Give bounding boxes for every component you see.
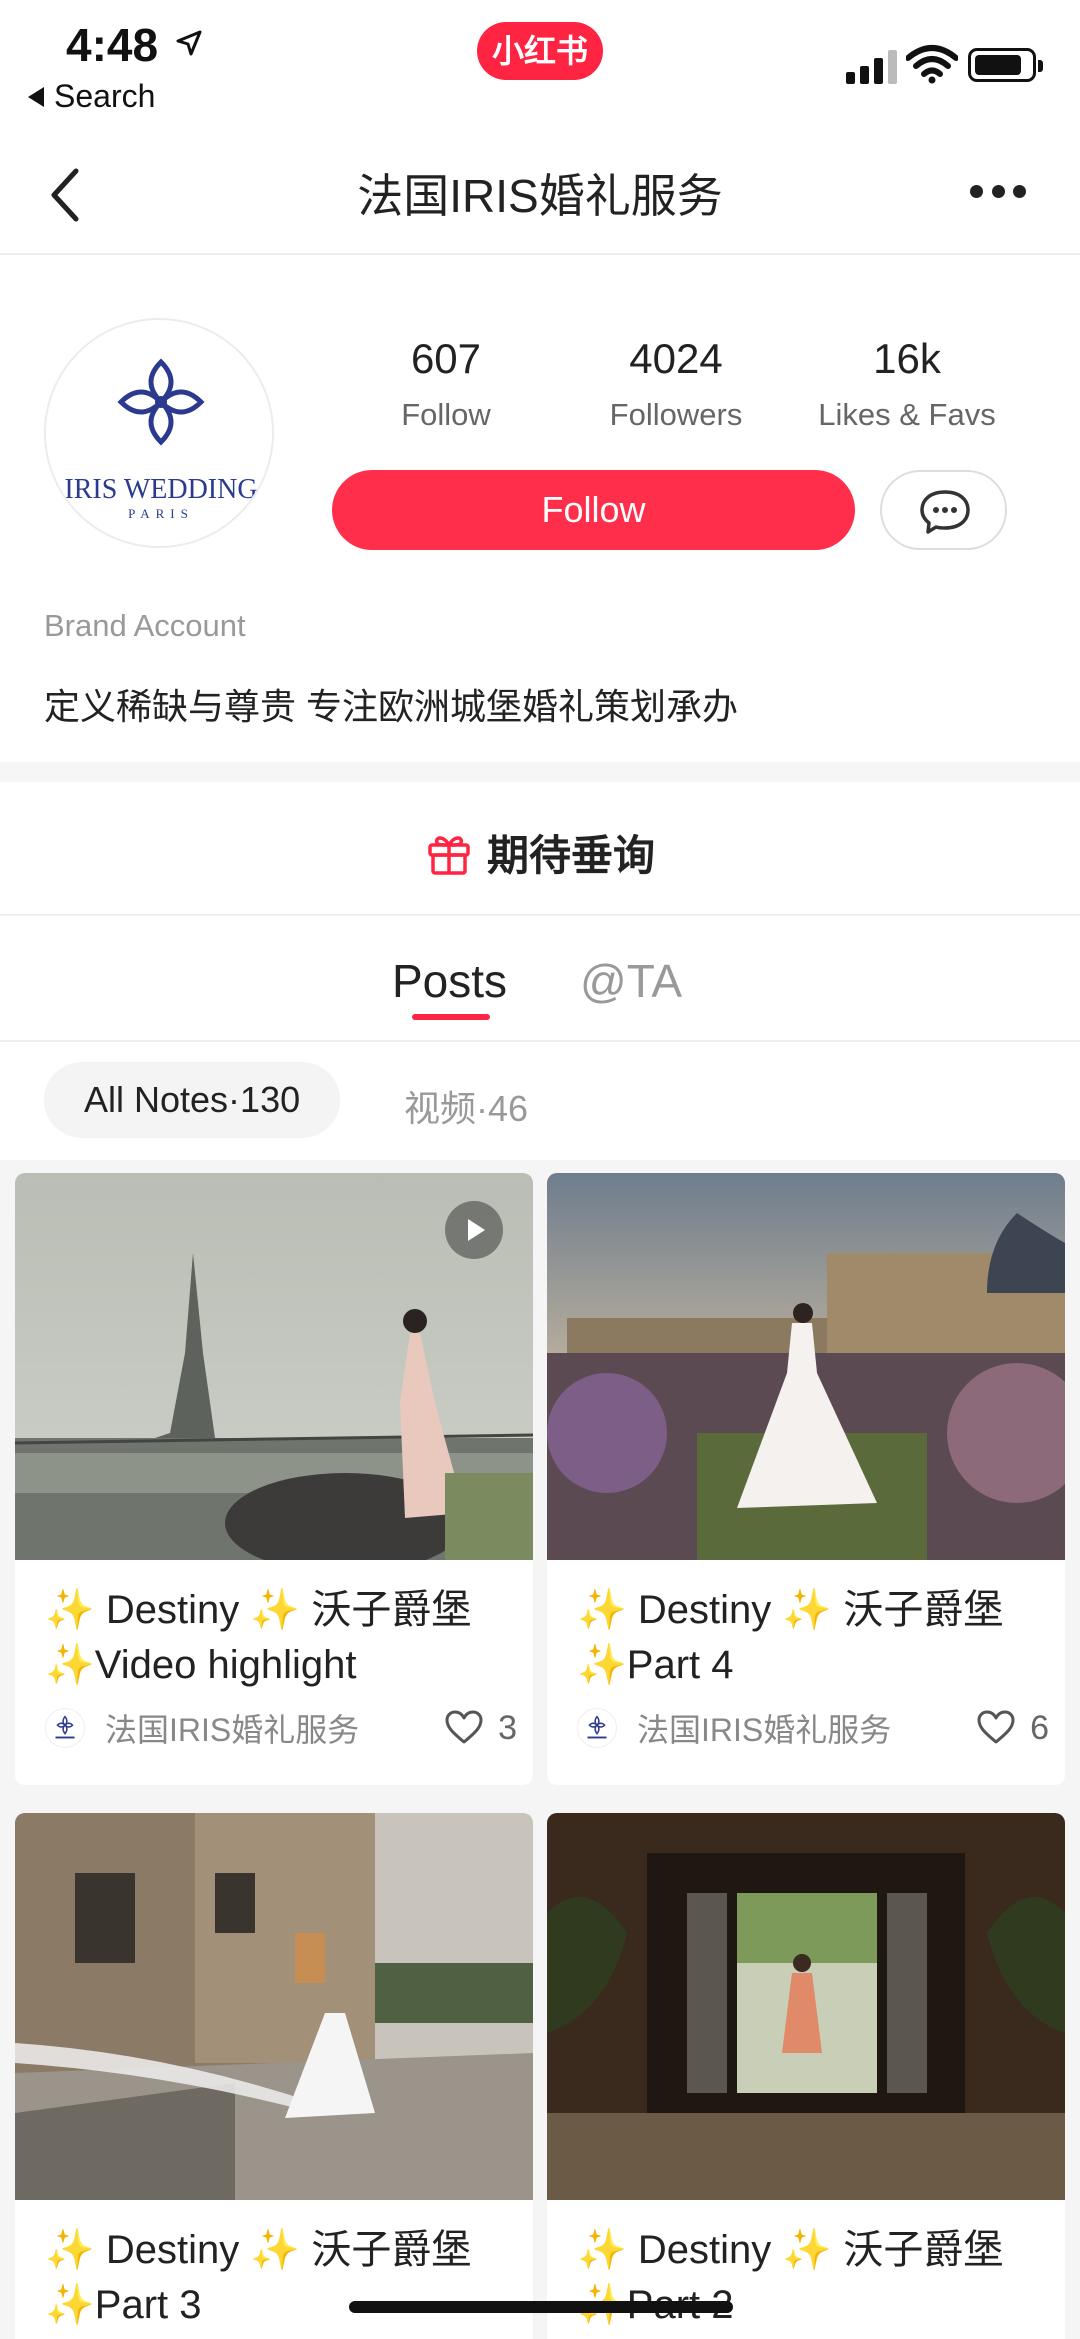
stat-follow[interactable]: 607 Follow	[336, 335, 556, 433]
note-filters: All Notes·130 视频·46	[0, 1042, 1080, 1160]
heart-icon[interactable]	[444, 1708, 484, 1748]
like-count: 6	[1030, 1708, 1049, 1747]
page-title: 法国IRIS婚礼服务	[357, 170, 723, 222]
cellular-signal-icon	[846, 48, 898, 84]
profile-bio: 定义稀缺与尊贵 专注欧洲城堡婚礼策划承办	[44, 686, 739, 727]
clock: 4:48	[66, 19, 159, 71]
note-title: ✨ Destiny ✨ 沃子爵堡 ✨Video highlight	[45, 1588, 472, 1687]
stat-value: 4024	[629, 335, 723, 382]
location-arrow-icon	[176, 30, 202, 56]
heart-icon[interactable]	[976, 1708, 1016, 1748]
more-options-icon[interactable]	[970, 185, 1026, 201]
gift-icon	[428, 835, 470, 875]
tab-posts[interactable]: Posts	[392, 954, 507, 1008]
inquiry-banner[interactable]: 期待垂询	[0, 782, 1080, 916]
brand-account-label: Brand Account	[44, 608, 246, 643]
note-cover-image	[15, 1173, 533, 1560]
note-author[interactable]: 法国IRIS婚礼服务	[637, 1705, 976, 1751]
inquiry-label: 期待垂询	[486, 832, 655, 879]
stat-likes-favs[interactable]: 16k Likes & Favs	[797, 335, 1017, 433]
stat-label: Follow	[401, 397, 491, 432]
author-avatar	[577, 1708, 617, 1748]
stat-label: Followers	[609, 397, 743, 432]
svg-text:PARIS: PARIS	[128, 506, 194, 521]
message-button[interactable]	[880, 470, 1007, 550]
video-play-icon	[445, 1201, 503, 1259]
app-badge: 小红书	[477, 22, 603, 80]
note-title: ✨ Destiny ✨ 沃子爵堡 ✨Part 3	[45, 2228, 472, 2327]
section-divider	[0, 762, 1080, 782]
nav-bar: 法国IRIS婚礼服务	[0, 130, 1080, 255]
author-avatar	[45, 1708, 85, 1748]
note-author[interactable]: 法国IRIS婚礼服务	[105, 1705, 444, 1751]
note-cover-image	[547, 1813, 1065, 2200]
svg-text:IRIS WEDDING: IRIS WEDDING	[64, 474, 257, 505]
status-bar: 4:48 Search 小红书	[0, 0, 1080, 130]
stat-label: Likes & Favs	[818, 397, 996, 432]
note-cover-image	[15, 1813, 533, 2200]
iris-wedding-logo: IRIS WEDDING PARIS	[64, 358, 258, 521]
follow-button[interactable]: Follow	[332, 470, 855, 550]
stat-followers[interactable]: 4024 Followers	[566, 335, 786, 433]
avatar[interactable]: IRIS WEDDING PARIS	[44, 318, 274, 548]
note-title: ✨ Destiny ✨ 沃子爵堡 ✨Part 2	[577, 2228, 1004, 2327]
back-to-search-link[interactable]: Search	[28, 78, 155, 115]
chat-bubble-icon	[920, 490, 970, 534]
back-triangle-icon	[28, 86, 44, 107]
stat-value: 16k	[873, 335, 941, 382]
note-meta: 法国IRIS婚礼服务 3	[45, 1703, 517, 1753]
note-meta: 法国IRIS婚礼服务 6	[577, 1703, 1049, 1753]
filter-all-notes[interactable]: All Notes·130	[44, 1062, 341, 1138]
note-card[interactable]: ✨ Destiny ✨ 沃子爵堡 ✨Part 3	[15, 1813, 533, 2339]
note-card[interactable]: ✨ Destiny ✨ 沃子爵堡 ✨Part 4 法国IRIS婚礼服务 6	[547, 1173, 1065, 1785]
note-card[interactable]: ✨ Destiny ✨ 沃子爵堡 ✨Video highlight 法国IRIS…	[15, 1173, 533, 1785]
note-card[interactable]: ✨ Destiny ✨ 沃子爵堡 ✨Part 2	[547, 1813, 1065, 2339]
profile-tabs: Posts @TA	[0, 916, 1080, 1042]
wifi-icon	[906, 45, 958, 84]
back-to-search-label: Search	[54, 78, 156, 114]
active-tab-indicator	[412, 1014, 490, 1020]
filter-videos[interactable]: 视频·46	[404, 1080, 528, 1132]
note-title: ✨ Destiny ✨ 沃子爵堡 ✨Part 4	[577, 1588, 1004, 1687]
stat-value: 607	[410, 335, 482, 382]
like-count: 3	[498, 1708, 517, 1747]
note-cover-image	[547, 1173, 1065, 1560]
home-indicator	[349, 2301, 733, 2313]
battery-icon	[968, 48, 1043, 82]
tab-at-ta[interactable]: @TA	[580, 954, 682, 1008]
notes-grid: ✨ Destiny ✨ 沃子爵堡 ✨Video highlight 法国IRIS…	[0, 1160, 1080, 2339]
